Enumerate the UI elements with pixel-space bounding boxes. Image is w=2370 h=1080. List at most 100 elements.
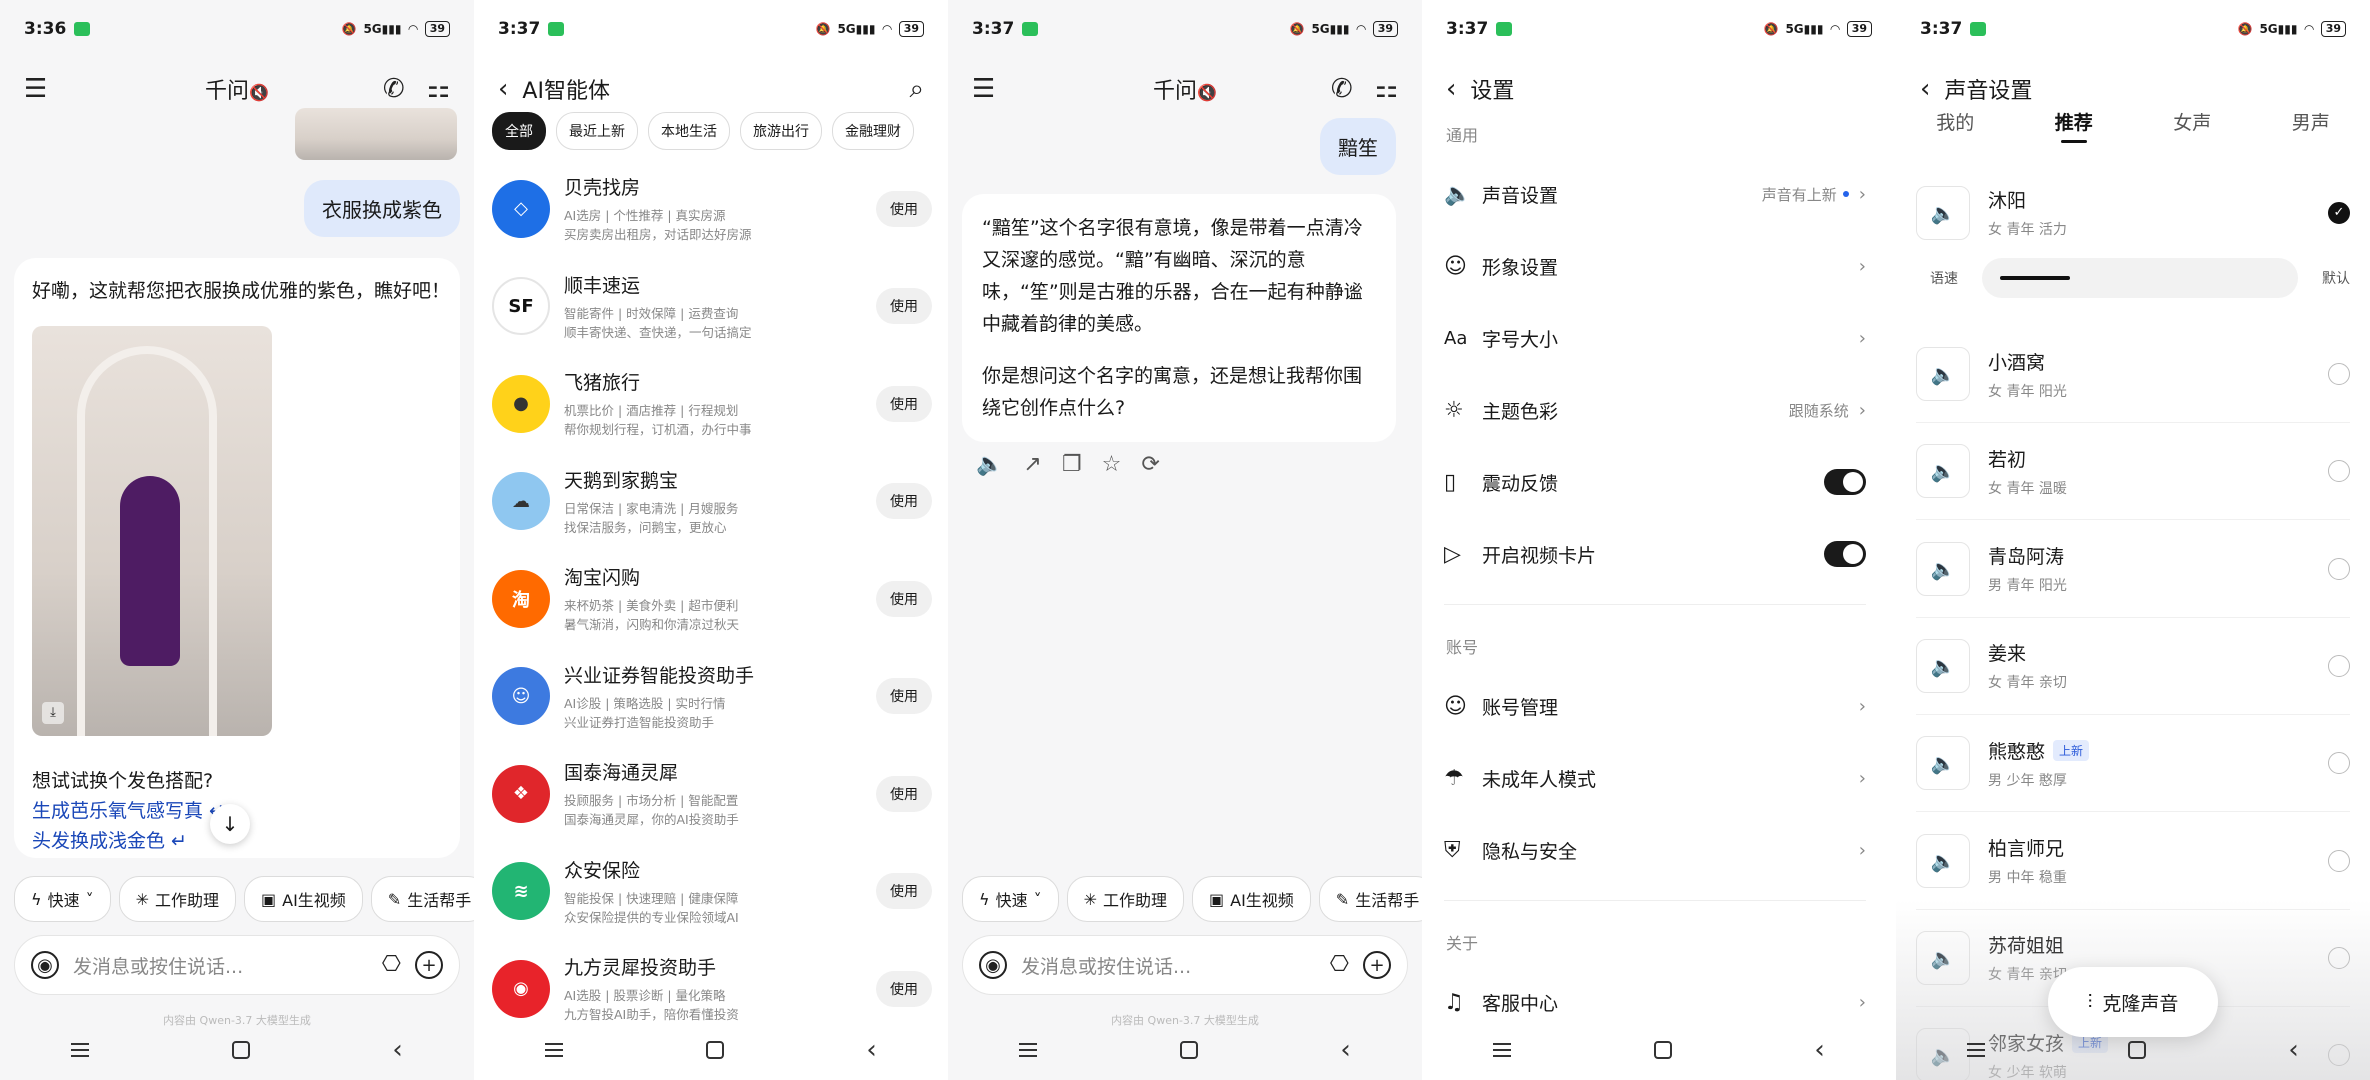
recent-apps-icon[interactable] [545,1043,564,1057]
video-card-toggle[interactable] [1824,541,1866,567]
search-icon[interactable]: ⌕ [909,76,924,102]
generated-photo[interactable]: ⤓ [32,326,272,736]
vibration-toggle[interactable] [1824,469,1866,495]
tab-recent[interactable]: 最近上新 [556,112,638,150]
chip-work[interactable]: ✳ 工作助理 [1066,876,1184,922]
back-arrow-icon[interactable]: ‹ [1920,76,1930,102]
use-button[interactable]: 使用 [876,970,932,1007]
speaker-icon[interactable]: 🔈 [1916,736,1970,791]
use-button[interactable]: 使用 [876,483,932,519]
copy-icon[interactable]: ❐ [1062,452,1082,477]
chip-video[interactable]: ▣ AI生视频 [244,876,363,922]
star-icon[interactable]: ☆ [1102,452,1122,477]
speaker-icon[interactable]: 🔈 [1916,833,1970,888]
chip-fast[interactable]: ϟ 快速 ˅ [962,876,1059,922]
home-icon[interactable] [1179,1041,1198,1059]
voice-item[interactable]: 🔈 小酒窝女 青年 阳光 [1916,326,2350,423]
message-input[interactable]: ◉ 发消息或按住说话... ⎔ + [14,935,460,995]
tab-recommend[interactable]: 推荐 [2055,108,2093,135]
agent-row[interactable]: 淘淘宝闪购 来杯奶茶 | 美食外卖 | 超市便利 暑气渐消，闪购和你清凉过秋天 使用 [492,550,932,647]
voice-radio[interactable] [2328,460,2350,483]
voice-icon[interactable]: ◉ [31,951,59,979]
agent-row[interactable]: ● 飞猪旅行 机票比价 | 酒店推荐 | 行程规划 帮你规划行程，订机酒，办行中事 使用 [492,355,932,452]
speed-slider[interactable] [1982,258,2298,298]
speaker-icon[interactable]: 🔈 [1916,541,1970,596]
phone-icon[interactable]: ✆ [1331,76,1353,102]
chip-life[interactable]: ✎ 生活帮手 [370,876,474,922]
row-minor-mode[interactable]: ☂ 未成年人模式 › [1444,742,1866,814]
use-button[interactable]: 使用 [876,873,932,909]
agent-row[interactable]: ☁ 天鹅到家鹅宝 日常保洁 | 家电清洗 | 月嫂服务 找保洁服务，问鹅宝，更放心 使用 [492,453,932,550]
voice-icon[interactable]: ◉ [979,951,1007,979]
row-image-settings[interactable]: ☺ 形象设置 › [1444,230,1866,302]
scroll-down-button[interactable]: ↓ [210,804,250,844]
camera-icon[interactable]: ⎔ [382,954,401,976]
voice-item[interactable]: 🔈 柏言师兄男 中年 稳重 [1916,813,2350,910]
row-theme[interactable]: ☼ 主题色彩 跟随系统 › [1444,374,1866,446]
home-icon[interactable] [2127,1041,2146,1059]
voice-radio[interactable] [2328,557,2350,580]
speaker-icon[interactable]: 🔈 [976,452,1003,477]
plus-icon[interactable]: + [415,951,443,979]
menu-icon[interactable]: ☰ [972,76,995,102]
home-icon[interactable] [1653,1041,1672,1059]
camera-icon[interactable]: ⎔ [1330,954,1349,976]
speaker-icon[interactable]: 🔈 [1916,347,1970,401]
regenerate-icon[interactable]: ⟳ [1141,452,1159,477]
recent-apps-icon[interactable] [1967,1043,1986,1057]
use-button[interactable]: 使用 [876,385,932,422]
recent-apps-icon[interactable] [1019,1043,1038,1057]
message-input[interactable]: ◉ 发消息或按住说话... ⎔ + [962,935,1408,995]
home-icon[interactable] [231,1041,250,1059]
recent-apps-icon[interactable] [71,1043,90,1057]
voice-radio[interactable] [2328,849,2350,872]
tab-local[interactable]: 本地生活 [648,112,730,150]
tab-mine[interactable]: 我的 [1936,108,1974,135]
voice-radio[interactable] [2328,752,2350,775]
row-font-size[interactable]: Aa 字号大小 › [1444,302,1866,374]
voice-radio[interactable]: ✓ [2328,201,2350,224]
speaker-icon[interactable]: 🔈 [1916,444,1970,499]
suggestion-1[interactable]: 生成芭乐氧气感写真 ↵ [32,796,225,823]
tab-all[interactable]: 全部 [492,112,546,150]
back-icon[interactable]: ‹ [1340,1035,1350,1065]
speaker-icon[interactable]: 🔈 [1916,185,1970,240]
voice-item[interactable]: 🔈 沐阳女 青年 活力 ✓ [1916,164,2350,261]
agent-row[interactable]: SF 顺丰速运 智能寄件 | 时效保障 | 运费查询 顺丰寄快递、查快递，一句话搞定使… [492,258,932,355]
menu-icon[interactable]: ☰ [24,76,47,102]
phone-icon[interactable]: ✆ [383,76,405,102]
voice-item[interactable]: 🔈 青岛阿涛男 青年 阳光 [1916,521,2350,618]
agent-row[interactable]: ☺ 兴业证券智能投资助手 AI诊股 | 策略选股 | 实时行情 兴业证券打造智能投资助… [492,648,932,745]
chip-video[interactable]: ▣ AI生视频 [1192,876,1311,922]
voice-item[interactable]: 🔈 姜来女 青年 亲切 [1916,618,2350,715]
previous-image-thumb[interactable] [295,108,457,160]
use-button[interactable]: 使用 [876,775,932,812]
agent-row[interactable]: ❖ 国泰海通灵犀 投顾服务 | 市场分析 | 智能配置 国泰海通灵犀，你的AI投资助手… [492,745,932,842]
use-button[interactable]: 使用 [876,190,932,227]
use-button[interactable]: 使用 [876,580,932,617]
agent-row[interactable]: ◇ 贝壳找房 AI选房 | 个性推荐 | 真实房源 买房卖房出租房，对话即达好房源 使用 [492,160,932,257]
row-privacy[interactable]: ⛨ 隐私与安全 › [1444,814,1866,886]
chip-work[interactable]: ✳ 工作助理 [118,876,236,922]
row-account[interactable]: ☺ 账号管理 › [1444,670,1866,742]
plus-icon[interactable]: + [1363,951,1391,979]
use-button[interactable]: 使用 [876,678,932,714]
tab-female[interactable]: 女声 [2173,108,2211,135]
agent-row[interactable]: ≋ 众安保险 智能投保 | 快速理赔 | 健康保障 众安保险提供的专业保险领域AI 使用 [492,843,932,940]
tab-travel[interactable]: 旅游出行 [740,112,822,150]
apps-grid-icon[interactable]: ⚏ [1375,76,1398,102]
share-icon[interactable]: ↗ [1023,452,1041,477]
download-icon[interactable]: ⤓ [42,702,64,724]
tab-male[interactable]: 男声 [2292,108,2330,135]
chip-life[interactable]: ✎ 生活帮手 [1318,876,1422,922]
speaker-icon[interactable]: 🔈 [1916,638,1970,693]
recent-apps-icon[interactable] [1493,1043,1512,1057]
voice-radio[interactable] [2328,654,2350,677]
back-icon[interactable]: ‹ [866,1035,876,1065]
back-icon[interactable]: ‹ [392,1035,402,1065]
home-icon[interactable] [705,1041,724,1059]
back-icon[interactable]: ‹ [2288,1035,2298,1065]
back-arrow-icon[interactable]: ‹ [498,76,508,102]
back-icon[interactable]: ‹ [1814,1035,1824,1065]
back-arrow-icon[interactable]: ‹ [1446,76,1456,102]
